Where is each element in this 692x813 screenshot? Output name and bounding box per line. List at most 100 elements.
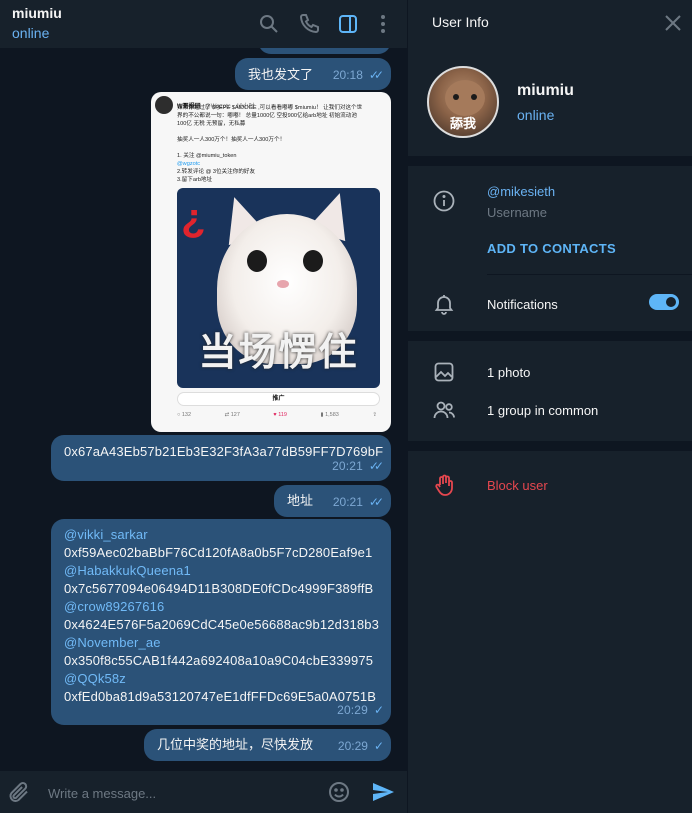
avatar-eye <box>471 94 477 100</box>
message-time: 20:21 <box>332 459 363 473</box>
avatar-face <box>445 80 485 116</box>
tweet-replies: ○ 132 <box>177 412 192 418</box>
notifications-label: Notifications <box>487 297 558 312</box>
cat-eye <box>247 250 267 272</box>
info-icon <box>432 189 456 213</box>
tweet-line: 1. 关注 @miumiu_token <box>177 153 237 159</box>
profile-status: online <box>517 107 555 123</box>
message-bubble[interactable]: @vikki_sarkar 0xf59Aec02baBbF76Cd120fA8a… <box>51 519 391 725</box>
message-time: 20:29 <box>337 703 368 717</box>
cat-nose <box>277 280 289 288</box>
close-icon[interactable] <box>662 12 684 34</box>
question-mark-glyph: ? <box>181 201 206 245</box>
message-text: 地址 <box>287 493 314 508</box>
panel-title: User Info <box>432 14 489 30</box>
message-input[interactable] <box>48 784 308 802</box>
section-divider <box>408 331 692 341</box>
search-icon[interactable] <box>257 12 281 36</box>
tweet-likes-count: 119 <box>278 412 287 418</box>
group-icon <box>432 398 456 422</box>
message-meta: 20:18 ✓✓ <box>332 66 384 84</box>
avatar[interactable]: 舔我 <box>427 66 499 138</box>
attach-icon[interactable] <box>7 780 31 804</box>
notifications-toggle[interactable] <box>649 294 679 310</box>
shared-photos-link[interactable]: 1 photo <box>487 365 530 380</box>
tweet-body: 如果你错过了 $PEPE $AIDOGE ,可以看看嘟嘟 $miumiu！ 让我… <box>177 104 383 184</box>
tweet-likes: ♥ 119 <box>273 412 287 418</box>
wallet-address: 0xfEd0ba81d9a53120747eE1dfFFDc69E5a0A075… <box>64 689 377 704</box>
more-vertical-icon[interactable] <box>371 12 395 36</box>
tweet-line: 如果你错过了 $PEPE $AIDOGE ,可以看看嘟嘟 $miumiu！ 让我… <box>177 105 363 111</box>
wallet-address: 0xf59Aec02baBbF76Cd120fA8a0b5F7cD280Eaf9… <box>64 545 373 560</box>
row-divider <box>487 274 692 275</box>
tweet-line: 100亿 无税 无预留，无私募 <box>177 121 246 127</box>
message-bubble[interactable]: 0x67aA43Eb57b21Eb3E32F3fA3a77dB59FF7D769… <box>51 435 391 481</box>
sent-check-icon: ✓ <box>373 739 384 753</box>
mention-link[interactable]: @QQk58z <box>64 670 379 688</box>
wallet-address: 0x4624E576F5a2069CdC45e0e56688ac9b12d318… <box>64 617 379 632</box>
emoji-icon[interactable] <box>327 780 351 804</box>
tweet-share-icon: ⇪ <box>372 412 377 418</box>
wallet-address: 0x350f8c55CAB1f442a692408a10a9C04cbE3399… <box>64 653 374 668</box>
send-icon[interactable] <box>371 780 395 804</box>
meme-caption: 当场愣住 <box>198 332 359 374</box>
tweet-line: 抽奖人一人300万个！抽奖人一人300万个！ <box>177 137 286 143</box>
chat-title[interactable]: miumiu <box>12 5 62 21</box>
avatar-eye <box>453 94 459 100</box>
phone-icon[interactable] <box>297 12 321 36</box>
add-to-contacts-button[interactable]: ADD TO CONTACTS <box>487 241 616 256</box>
tweet-promote-button: 推广 <box>177 392 380 406</box>
message-bubble[interactable]: 地址 20:21 ✓✓ <box>274 485 391 517</box>
chat-pane: miumiu online 我也发文了 20:18 ✓✓ W哥报研 @Wgzot… <box>0 0 407 813</box>
message-bubble[interactable]: 几位中奖的地址，尽快发放 20:29 ✓ <box>144 729 391 761</box>
message-time: 20:21 <box>332 495 363 509</box>
hand-stop-icon <box>432 473 456 497</box>
tweet-line: 2.转发评论 @ 3位关注你的好友 <box>177 169 256 175</box>
wallet-address: 0x7c5677094e06494D11B308DE0fCDc4999F389f… <box>64 581 374 596</box>
user-info-panel: User Info 舔我 miumiu online @mikesieth Us… <box>407 0 692 813</box>
tweet-views-count: 1,583 <box>325 412 339 418</box>
groups-in-common-link[interactable]: 1 group in common <box>487 403 598 418</box>
message-meta: 20:21 ✓✓ <box>332 493 384 511</box>
read-check-icon: ✓✓ <box>368 68 384 82</box>
toggle-knob <box>664 295 678 309</box>
photo-message[interactable]: W哥报研 @Wgzotc · 10小时 如果你错过了 $PEPE $AIDOGE… <box>151 92 391 432</box>
block-user-button[interactable]: Block user <box>487 478 548 493</box>
bell-icon <box>432 292 456 316</box>
tweet-retweets: ⇄ 127 <box>224 412 240 418</box>
read-check-icon: ✓✓ <box>368 459 384 473</box>
message-meta: 20:21 ✓✓ <box>332 457 384 475</box>
tweet-line: @wgzotc <box>177 161 201 167</box>
tweet-line: 3.留下arb地址 <box>177 177 213 183</box>
sidebar-toggle-icon[interactable] <box>336 12 360 36</box>
tweet-avatar <box>155 96 173 114</box>
message-composer <box>0 771 407 813</box>
message-time: 20:18 <box>332 68 363 82</box>
message-text: 几位中奖的地址，尽快发放 <box>157 737 314 752</box>
section-divider <box>408 441 692 451</box>
username-value[interactable]: @mikesieth <box>487 184 555 199</box>
photo-icon <box>432 360 456 384</box>
tweet-views: ▮ 1,583 <box>320 412 339 418</box>
message-text: @vikki_sarkar 0xf59Aec02baBbF76Cd120fA8a… <box>64 526 379 706</box>
tweet-line: 界的不公都说一句：嘟嘟！ 总量1000亿 空投900亿给arb地址 初始流动池 <box>177 113 357 119</box>
avatar-caption: 舔我 <box>449 116 476 131</box>
tweet-actions: ○ 132 ⇄ 127 ♥ 119 ▮ 1,583 ⇪ <box>177 412 377 418</box>
chat-header: miumiu online <box>0 0 407 48</box>
message-bubble[interactable]: 我也发文了 20:18 ✓✓ <box>235 58 391 90</box>
mention-link[interactable]: @November_ae <box>64 634 379 652</box>
mention-link[interactable]: @vikki_sarkar <box>64 526 379 544</box>
cat-eye <box>303 250 323 272</box>
profile-name: miumiu <box>517 82 574 99</box>
username-label: Username <box>487 205 547 220</box>
message-meta: 20:29 ✓ <box>338 737 384 755</box>
tweet-retweets-count: 127 <box>230 412 240 418</box>
mention-link[interactable]: @HabakkukQueena1 <box>64 562 379 580</box>
mention-link[interactable]: @crow89267616 <box>64 598 379 616</box>
tweet-replies-count: 132 <box>181 412 192 418</box>
telegram-window: miumiu online 我也发文了 20:18 ✓✓ W哥报研 @Wgzot… <box>0 0 692 813</box>
section-divider <box>408 156 692 166</box>
read-check-icon: ✓✓ <box>368 495 384 509</box>
message-text: 我也发文了 <box>248 67 314 82</box>
cat-meme-image: ? 当场愣住 <box>177 188 380 388</box>
